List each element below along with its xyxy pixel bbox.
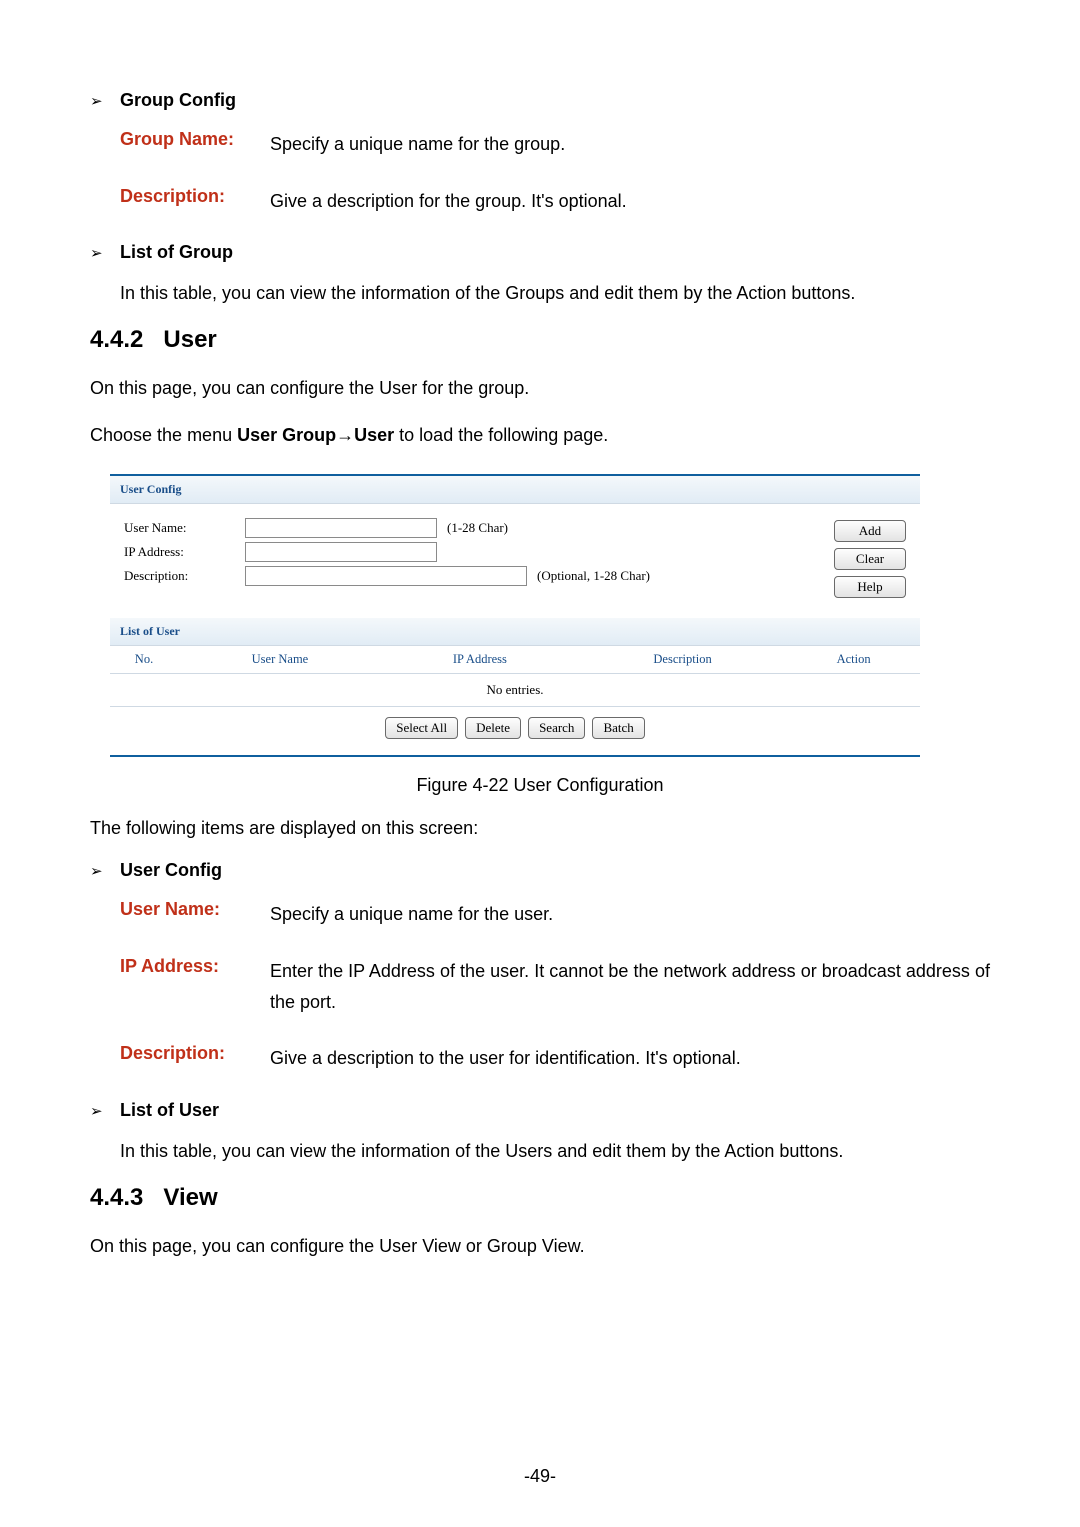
no-entries-text: No entries. — [110, 673, 920, 706]
search-button[interactable]: Search — [528, 717, 585, 739]
input-ip-address[interactable] — [245, 542, 437, 562]
section-title: User — [163, 326, 216, 353]
def-value-description: Give a description to the user for ident… — [270, 1043, 741, 1074]
col-action: Action — [787, 646, 920, 674]
list-of-user-para: In this table, you can view the informat… — [120, 1137, 990, 1166]
def-value-user-name: Specify a unique name for the user. — [270, 899, 553, 930]
hint-description: (Optional, 1-28 Char) — [537, 568, 650, 584]
view-intro-para: On this page, you can configure the User… — [90, 1232, 990, 1261]
def-label-ip-address: IP Address: — [120, 956, 270, 1017]
items-displayed-para: The following items are displayed on thi… — [90, 814, 990, 843]
hint-user-name: (1-28 Char) — [447, 520, 508, 536]
menu-arrow: → — [336, 425, 354, 445]
help-button[interactable]: Help — [834, 576, 906, 598]
section-number: 4.4.3 — [90, 1184, 143, 1211]
chevron-right-icon: ➢ — [90, 92, 120, 110]
clear-button[interactable]: Clear — [834, 548, 906, 570]
add-button[interactable]: Add — [834, 520, 906, 542]
col-user-name: User Name — [178, 646, 382, 674]
col-ip-address: IP Address — [382, 646, 578, 674]
bullet-title: List of User — [120, 1100, 219, 1121]
group-config-defs: Group Name: Specify a unique name for th… — [120, 129, 990, 216]
input-description[interactable] — [245, 566, 527, 586]
def-label-user-name: User Name: — [120, 899, 270, 930]
user-config-defs: User Name: Specify a unique name for the… — [120, 899, 990, 1073]
section-heading-user: 4.4.2 User — [90, 326, 990, 354]
def-value-ip-address: Enter the IP Address of the user. It can… — [270, 956, 990, 1017]
def-label-group-name: Group Name: — [120, 129, 270, 160]
def-label-group-desc: Description: — [120, 186, 270, 217]
table-action-bar: Select All Delete Search Batch — [110, 707, 920, 755]
panel-header-list-of-user: List of User — [110, 618, 920, 646]
menu-suffix: to load the following page. — [394, 425, 608, 445]
batch-button[interactable]: Batch — [592, 717, 644, 739]
bullet-title: Group Config — [120, 90, 236, 111]
bullet-title: List of Group — [120, 242, 233, 263]
bullet-list-of-user: ➢ List of User — [90, 1100, 990, 1121]
user-config-form: User Name: (1-28 Char) IP Address: Descr… — [110, 504, 920, 618]
list-of-group-para: In this table, you can view the informat… — [120, 279, 990, 308]
bullet-group-config: ➢ Group Config — [90, 90, 990, 111]
bullet-title: User Config — [120, 860, 222, 881]
chevron-right-icon: ➢ — [90, 862, 120, 880]
menu-bold-1: User Group — [237, 425, 336, 445]
user-table: No. User Name IP Address Description Act… — [110, 646, 920, 707]
label-description: Description: — [124, 568, 245, 584]
menu-prefix: Choose the menu — [90, 425, 237, 445]
page-number: -49- — [0, 1466, 1080, 1487]
table-row-empty: No entries. — [110, 673, 920, 706]
menu-bold-2: User — [354, 425, 394, 445]
label-user-name: User Name: — [124, 520, 245, 536]
chevron-right-icon: ➢ — [90, 244, 120, 262]
menu-path-para: Choose the menu User Group→User to load … — [90, 421, 990, 450]
def-label-description: Description: — [120, 1043, 270, 1074]
def-value-group-name: Specify a unique name for the group. — [270, 129, 565, 160]
section-title: View — [163, 1184, 217, 1211]
section-heading-view: 4.4.3 View — [90, 1184, 990, 1212]
input-user-name[interactable] — [245, 518, 437, 538]
section-number: 4.4.2 — [90, 326, 143, 353]
col-description: Description — [578, 646, 787, 674]
user-intro-para: On this page, you can configure the User… — [90, 374, 990, 403]
panel-header-user-config: User Config — [110, 476, 920, 504]
delete-button[interactable]: Delete — [465, 717, 521, 739]
user-config-ui: User Config User Name: (1-28 Char) IP Ad… — [110, 474, 920, 757]
chevron-right-icon: ➢ — [90, 1102, 120, 1120]
label-ip-address: IP Address: — [124, 544, 245, 560]
table-header-row: No. User Name IP Address Description Act… — [110, 646, 920, 674]
def-value-group-desc: Give a description for the group. It's o… — [270, 186, 627, 217]
select-all-button[interactable]: Select All — [385, 717, 458, 739]
figure-caption: Figure 4-22 User Configuration — [90, 775, 990, 796]
col-no: No. — [110, 646, 178, 674]
bullet-user-config: ➢ User Config — [90, 860, 990, 881]
bullet-list-of-group: ➢ List of Group — [90, 242, 990, 263]
